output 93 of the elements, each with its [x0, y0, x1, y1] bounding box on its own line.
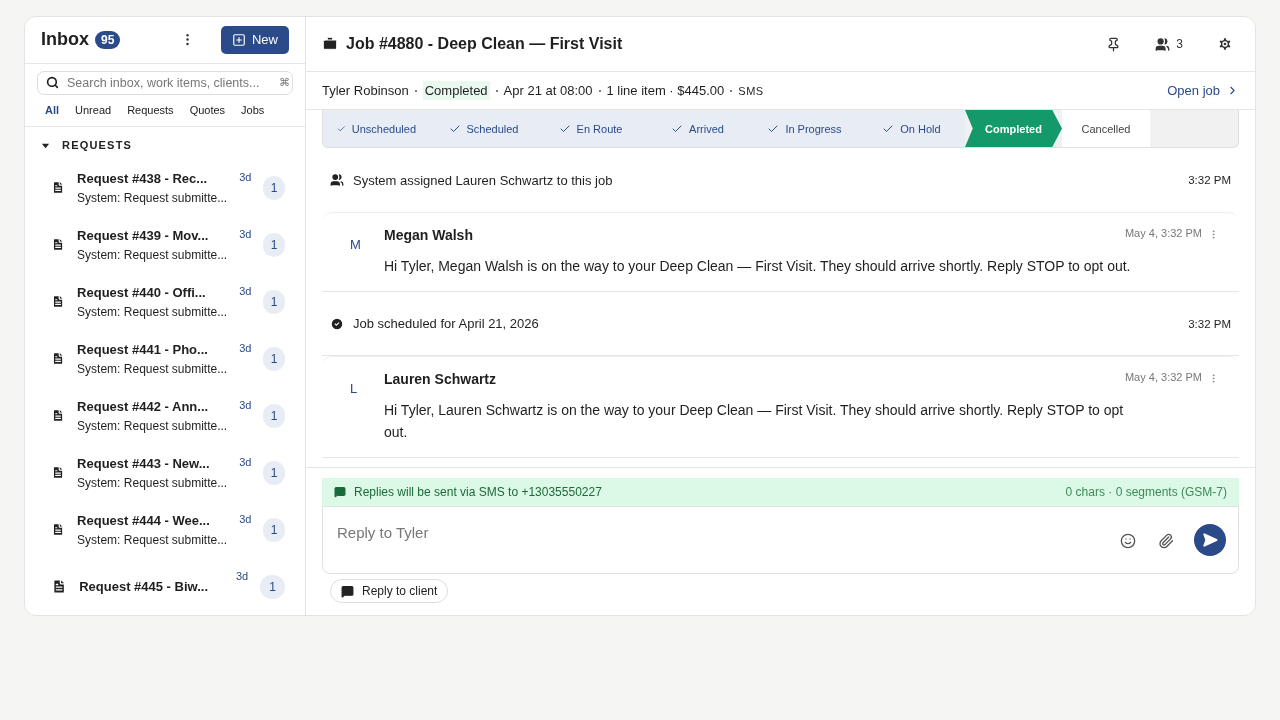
document-icon [51, 350, 66, 367]
item-count: 1 [260, 574, 285, 599]
item-count: 1 [263, 460, 285, 485]
status-step[interactable]: Cancelled [1062, 110, 1150, 147]
item-preview: System: Request submitte... [77, 475, 228, 490]
event-text: Job scheduled for April 21, 2026 [353, 316, 539, 331]
item-title[interactable]: Request #439 - Mov... [77, 227, 228, 243]
people-icon [330, 173, 344, 187]
check-circle-icon [330, 316, 344, 331]
item-preview: System: Request submitte... [77, 418, 228, 433]
new-button[interactable]: New [221, 25, 289, 54]
item-count: 1 [263, 346, 285, 371]
status-step[interactable]: Scheduled [430, 110, 537, 147]
item-title[interactable]: Request #440 - Offi... [77, 284, 228, 300]
item-title[interactable]: Request #444 - Wee... [77, 512, 228, 528]
filter-tab[interactable]: Unread [75, 104, 112, 117]
item-count: 1 [263, 403, 285, 428]
status-step[interactable]: Completed [965, 110, 1062, 147]
item-age: 3d [239, 513, 252, 525]
people-icon [1155, 36, 1171, 52]
avatar-initial: M [350, 237, 362, 254]
item-count: 1 [263, 517, 285, 542]
document-icon [51, 179, 66, 196]
filter-tab[interactable]: Quotes [189, 104, 226, 117]
reply-mode-button[interactable]: Reply to client [330, 579, 449, 603]
item-preview: System: Request submitte... [77, 247, 228, 262]
section-header[interactable]: REQUESTS [25, 127, 305, 159]
item-title[interactable]: Request #445 - Biw... [79, 579, 224, 594]
status-step[interactable]: On Hold [858, 110, 965, 147]
members-button[interactable]: 3 [1153, 34, 1185, 54]
document-icon [51, 293, 66, 310]
open-job-link[interactable]: Open job [1167, 83, 1239, 98]
message-text: Hi Tyler, Megan Walsh is on the way to your Deep Clean — First Visit. They should arrive shortly. Reply STOP to opt out. [384, 257, 1132, 276]
job-title: Job #4880 - Deep Clean — First Visit [346, 35, 624, 53]
inbox-title: Inbox [41, 29, 89, 51]
item-preview: System: Request submitte... [77, 304, 228, 319]
item-title[interactable]: Request #441 - Pho... [77, 341, 228, 357]
item-age: 3d [239, 342, 252, 354]
search-field[interactable]: Search inbox, work items, clients... ⌘ [37, 70, 293, 95]
event-time: 3:32 PM [1188, 317, 1231, 330]
item-preview: System: Request submitte... [77, 190, 228, 205]
status-step[interactable]: Unscheduled [323, 110, 430, 147]
avatar-initial: L [350, 381, 359, 398]
attachment-icon[interactable] [1156, 531, 1176, 551]
char-counter: 0 chars · 0 segments (GSM-7) [1065, 485, 1227, 499]
message-icon [341, 584, 354, 598]
message-time: May 4, 3:32 PM [1124, 227, 1202, 239]
item-age: 3d [239, 456, 252, 468]
unread-count: 95 [95, 30, 121, 49]
item-title[interactable]: Request #442 - Ann... [77, 398, 228, 414]
plus-icon [232, 32, 246, 47]
item-count: 1 [263, 289, 285, 314]
item-age: 3d [236, 570, 249, 582]
document-icon [51, 464, 66, 481]
item-title[interactable]: Request #443 - New... [77, 455, 228, 471]
filter-tab[interactable]: All [45, 104, 60, 117]
item-age: 3d [239, 171, 252, 183]
item-count: 1 [263, 232, 285, 257]
status-step[interactable]: In Progress [751, 110, 858, 147]
send-button[interactable] [1194, 524, 1226, 556]
filter-tab[interactable]: Jobs [241, 104, 265, 117]
channel-label: SMS [738, 84, 764, 97]
status-badge: Completed [422, 81, 490, 100]
job-detail: 1 line item · $445.00 [606, 83, 725, 98]
item-age: 3d [239, 399, 252, 411]
status-step[interactable]: Arrived [644, 110, 751, 147]
message-time: May 4, 3:32 PM [1124, 371, 1202, 383]
item-preview: System: Request submitte... [77, 361, 228, 376]
event-time: 3:32 PM [1188, 174, 1231, 186]
briefcase-icon [322, 36, 338, 52]
item-title[interactable]: Request #438 - Rec... [77, 170, 228, 186]
message-icon [334, 486, 346, 498]
status-step[interactable]: En Route [537, 110, 644, 147]
event-text: System assigned Lauren Schwartz to this job [353, 172, 613, 188]
search-icon [46, 76, 59, 90]
document-icon [51, 578, 68, 595]
item-preview: System: Request submitte... [77, 532, 228, 547]
document-icon [51, 407, 66, 424]
sender-name: Lauren Schwartz [384, 371, 498, 387]
item-age: 3d [239, 228, 252, 240]
document-icon [51, 521, 66, 538]
item-age: 3d [239, 285, 252, 297]
shortcut-hint: ⌘ [279, 76, 291, 90]
job-detail: Apr 21 at 08:00 [503, 83, 593, 98]
emoji-icon[interactable] [1118, 531, 1138, 551]
send-icon [1202, 532, 1218, 548]
message-text: Hi Tyler, Lauren Schwartz is on the way to your Deep Clean — First Visit. They should arrive shortly. Reply STOP to opt out. [384, 401, 1125, 442]
item-count: 1 [263, 175, 285, 200]
notice-text: Replies will be sent via SMS to +13035550227 [354, 485, 602, 499]
client-name: Tyler Robinson [322, 83, 409, 98]
filter-tab[interactable]: Requests [127, 104, 174, 117]
document-icon [51, 236, 66, 253]
sender-name: Megan Walsh [384, 227, 474, 243]
